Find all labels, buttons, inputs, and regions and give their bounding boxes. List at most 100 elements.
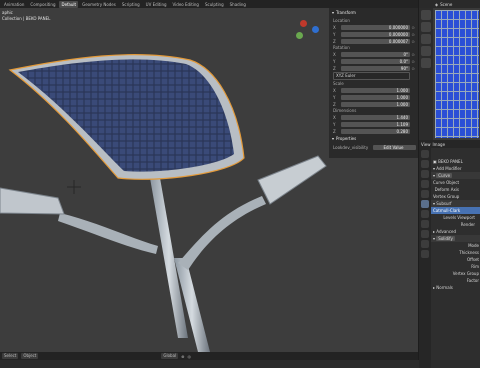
dimensions-z-field[interactable]: 0.280 <box>341 128 410 134</box>
constraints-tab-icon[interactable] <box>421 230 429 238</box>
scene-selector[interactable]: Scene <box>440 2 452 7</box>
proportional-icon[interactable]: ◎ <box>188 354 192 359</box>
right-editors: ◈ Scene View Image ▣ BEKO PANEL ▾ Add Mo… <box>418 0 480 368</box>
dimensions-z-row: Z 0.280 <box>333 128 410 134</box>
tab-animation[interactable]: Animation <box>2 1 26 8</box>
location-x-field[interactable]: 0.000000 <box>341 24 410 30</box>
data-tab-icon[interactable] <box>421 240 429 248</box>
levels-viewport-row: Levels Viewport <box>443 215 475 220</box>
lookdev-edit-button[interactable]: Edit Value <box>373 144 416 150</box>
material-tab-icon[interactable] <box>421 250 429 258</box>
factor-row: Factor <box>466 278 479 283</box>
vertex-group-2-row: Vertex Group <box>452 271 479 276</box>
uv-texture-preview <box>435 10 479 138</box>
rotate-tool-icon[interactable] <box>421 46 431 56</box>
advanced-header[interactable]: ▸ Advanced <box>431 228 480 235</box>
sidebar-npanel: ▾ Transform Location X 0.000000 ⊙ Y 0.000000… <box>329 8 418 158</box>
rotation-z-row: Z 90° ⊙ <box>333 65 416 71</box>
rotation-label: Rotation <box>333 45 350 50</box>
snap-icon[interactable]: ⊕ <box>181 354 184 359</box>
thickness-row: Thickness <box>459 250 479 255</box>
uv-toolbar <box>419 8 433 140</box>
lock-icon[interactable]: ⊙ <box>410 66 416 71</box>
mode-row: Mode <box>468 243 479 248</box>
object-menu[interactable]: Object <box>21 353 39 359</box>
rotation-x-row: X 0° ⊙ <box>333 51 416 57</box>
vertex-group-row: Vertex Group <box>433 194 460 199</box>
image-editor[interactable] <box>419 8 480 140</box>
tab-compositing[interactable]: Compositing <box>28 1 57 8</box>
output-tab-icon[interactable] <box>421 170 429 178</box>
tab-scripting[interactable]: Scripting <box>120 1 142 8</box>
add-modifier-button[interactable]: ▾ Add Modifier <box>431 165 480 172</box>
tab-shading[interactable]: Shading <box>228 1 248 8</box>
tab-default[interactable]: Default <box>59 0 79 8</box>
gizmo-z-icon[interactable] <box>312 26 319 33</box>
tab-sculpting[interactable]: Sculpting <box>203 1 226 8</box>
curve-object-row: Curve Object <box>433 180 460 185</box>
image-menu[interactable]: Image <box>433 142 446 147</box>
scale-y-field[interactable]: 1.000 <box>341 94 410 100</box>
modifier-tab-icon[interactable] <box>421 200 429 208</box>
lock-icon[interactable]: ⊙ <box>410 32 416 37</box>
dimensions-label: Dimensions <box>333 108 357 113</box>
workspace-tabs: Animation Compositing Default Geometry N… <box>0 0 480 8</box>
gizmo-x-icon[interactable] <box>300 20 307 27</box>
tab-geometry-nodes[interactable]: Geometry Nodes <box>80 1 118 8</box>
scale-label: Scale <box>333 81 344 86</box>
select-menu[interactable]: Select <box>2 353 19 359</box>
scale-x-field[interactable]: 1.000 <box>341 87 410 93</box>
scale-tool-icon[interactable] <box>421 58 431 68</box>
lock-icon[interactable]: ⊙ <box>410 52 416 57</box>
select-tool-icon[interactable] <box>421 10 431 20</box>
curve-modifier-header[interactable]: ▾ Curve <box>431 172 480 179</box>
normals-header[interactable]: ▸ Normals <box>431 284 480 291</box>
location-label: Location <box>333 18 350 23</box>
lock-icon[interactable]: ⊙ <box>410 39 416 44</box>
properties-header[interactable]: ▾ Properties <box>329 134 418 143</box>
rotation-x-field[interactable]: 0° <box>341 51 410 57</box>
render-levels-row: Render <box>460 222 475 227</box>
solidify-header[interactable]: ▾ Solidify <box>431 235 480 242</box>
location-z-field[interactable]: 0.000007 <box>341 38 410 44</box>
render-tab-icon[interactable] <box>421 160 429 168</box>
modifier-stack: ▣ BEKO PANEL ▾ Add Modifier ▾ Curve Curv… <box>431 158 480 291</box>
subdiv-type-select[interactable]: Catmull-Clark <box>431 207 480 214</box>
properties-tabs <box>419 148 431 368</box>
move-tool-icon[interactable] <box>421 34 431 44</box>
particles-tab-icon[interactable] <box>421 210 429 218</box>
rotation-z-field[interactable]: 90° <box>341 65 410 71</box>
dimensions-x-field[interactable]: 1.440 <box>341 114 410 120</box>
properties-title: Properties <box>336 136 357 141</box>
scale-x-row: X 1.000 <box>333 87 410 93</box>
scene-tab-icon[interactable] <box>421 180 429 188</box>
location-x-row: X 0.000000 ⊙ <box>333 24 416 30</box>
rotation-mode-select[interactable]: XYZ Euler <box>333 72 410 80</box>
transform-orientation-select[interactable]: Global <box>161 353 179 359</box>
chevron-down-icon: ▾ <box>332 136 335 141</box>
gizmo-y-icon[interactable] <box>296 32 303 39</box>
dimensions-x-row: X 1.440 <box>333 114 410 120</box>
chevron-down-icon: ▾ <box>332 10 335 15</box>
scale-z-field[interactable]: 1.000 <box>341 101 410 107</box>
dimensions-y-row: Y 1.109 <box>333 121 410 127</box>
deform-axis-row: Deform Axis <box>434 187 459 192</box>
viewport-bottom-bar: Select Object Global ⊕ ◎ <box>0 352 418 360</box>
lock-icon[interactable]: ⊙ <box>410 59 416 64</box>
subsurf-header[interactable]: ▾ Subsurf <box>431 200 480 207</box>
location-y-field[interactable]: 0.000000 <box>341 31 410 37</box>
rotation-y-field[interactable]: 0.0° <box>341 58 410 64</box>
lock-icon[interactable]: ⊙ <box>410 25 416 30</box>
scene-header: ◈ Scene <box>419 0 480 8</box>
object-tab-icon[interactable] <box>421 190 429 198</box>
offset-row: Offset <box>466 257 479 262</box>
scale-z-row: Z 1.000 <box>333 101 410 107</box>
tool-tab-icon[interactable] <box>421 150 429 158</box>
tab-uv-editing[interactable]: UV Editing <box>144 1 169 8</box>
transform-header[interactable]: ▾ Transform <box>329 8 418 17</box>
physics-tab-icon[interactable] <box>421 220 429 228</box>
view-menu[interactable]: View <box>421 142 431 147</box>
tab-video-editing[interactable]: Video Editing <box>171 1 201 8</box>
cursor-tool-icon[interactable] <box>421 22 431 32</box>
dimensions-y-field[interactable]: 1.109 <box>341 121 410 127</box>
